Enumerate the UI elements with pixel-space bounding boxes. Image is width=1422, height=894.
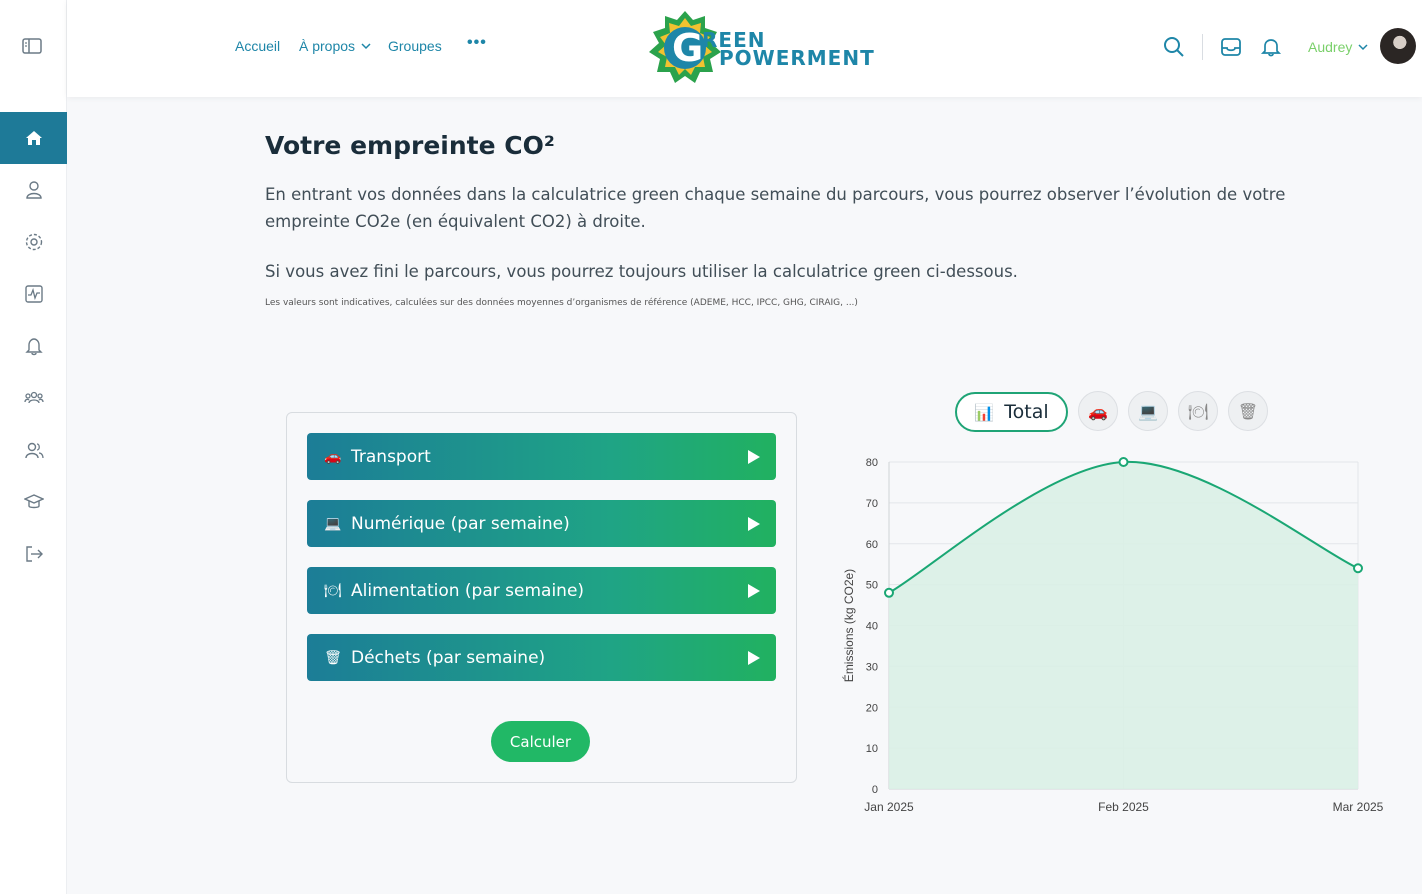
nav-apropos-label: À propos (299, 38, 356, 54)
nav-apropos[interactable]: À propos (299, 38, 371, 54)
trash-icon: 🗑 (324, 649, 342, 666)
sidebar-item-logout[interactable] (0, 528, 67, 580)
nav-groupes[interactable]: Groupes (388, 38, 442, 54)
emissions-chart: 0 10 20 30 40 50 60 70 80 Jan 2025 Feb 2025 Mar 202… (841, 457, 1384, 814)
filter-total-button[interactable]: 📊 Total (955, 392, 1068, 432)
section-dechets-button[interactable]: 🗑 Déchets (par semaine) (307, 634, 776, 681)
filter-total-label: Total (1004, 401, 1049, 423)
disclaimer-note: Les valeurs sont indicatives, calculées … (265, 298, 858, 308)
group-icon (23, 391, 44, 404)
gear-icon (25, 233, 42, 251)
logout-icon (25, 546, 43, 562)
nav-more-button[interactable]: ••• (467, 34, 487, 52)
nav-accueil[interactable]: Accueil (235, 38, 280, 54)
svg-text:G: G (672, 26, 703, 70)
chevron-down-icon (1358, 44, 1368, 51)
section-alimentation-button[interactable]: 🍽 Alimentation (par semaine) (307, 567, 776, 614)
plate-icon: 🍽 (324, 582, 342, 599)
y-tick-label: 0 (872, 784, 878, 796)
calculate-button[interactable]: Calculer (491, 721, 590, 762)
sidebar-toggle-icon[interactable] (22, 38, 44, 56)
sidebar-item-community[interactable] (0, 372, 67, 424)
section-label: Déchets (par semaine) (351, 647, 546, 668)
avatar[interactable] (1380, 28, 1416, 64)
section-label: Alimentation (par semaine) (351, 580, 585, 601)
filter-dechets-button[interactable]: 🗑 (1228, 391, 1268, 431)
y-tick-label: 40 (866, 621, 878, 633)
user-name: Audrey (1308, 39, 1353, 55)
y-tick-label: 30 (866, 661, 878, 673)
play-icon (748, 584, 760, 598)
y-tick-label: 80 (866, 457, 878, 469)
section-label: Numérique (par semaine) (351, 513, 570, 534)
sidebar-item-settings[interactable] (0, 216, 67, 268)
y-axis-label: Émissions (kg CO2e) (841, 569, 856, 682)
series-area (889, 461, 1358, 789)
sidebar-item-home[interactable] (0, 112, 67, 164)
y-tick-label: 10 (866, 743, 878, 755)
header-divider (1202, 34, 1203, 60)
filter-numerique-button[interactable]: 💻 (1128, 391, 1168, 431)
sidebar-item-profile[interactable] (0, 164, 67, 216)
sidebar-item-notifications[interactable] (0, 320, 67, 372)
sidebar-item-members[interactable] (0, 424, 67, 476)
user-icon (25, 181, 42, 199)
bell-icon (24, 338, 43, 356)
activity-icon (24, 285, 43, 303)
x-tick-label: Jan 2025 (864, 800, 914, 814)
sidebar (0, 0, 67, 894)
bell-icon[interactable] (1260, 36, 1282, 58)
section-transport-button[interactable]: 🚗 Transport (307, 433, 776, 480)
play-icon (748, 450, 760, 464)
calculator-card: 🚗 Transport 💻 Numérique (par semaine) 🍽 … (286, 412, 797, 783)
y-tick-label: 70 (866, 498, 878, 510)
sidebar-item-activity[interactable] (0, 268, 67, 320)
laptop-icon: 💻 (324, 515, 342, 532)
section-numerique-button[interactable]: 💻 Numérique (par semaine) (307, 500, 776, 547)
top-header: Accueil À propos Groupes ••• G REEN POWE… (67, 0, 1422, 97)
x-tick-label: Feb 2025 (1098, 800, 1149, 814)
intro-text: En entrant vos données dans la calculatr… (265, 185, 1286, 231)
data-point (1353, 563, 1363, 574)
y-tick-label: 60 (866, 539, 878, 551)
y-tick-label: 50 (866, 580, 878, 592)
inbox-icon[interactable] (1220, 36, 1242, 58)
graduation-cap-icon (23, 494, 44, 509)
logo-text-powerment: POWERMENT (719, 46, 875, 70)
chart-icon: 📊 (974, 402, 995, 422)
x-tick-label: Mar 2025 (1333, 800, 1384, 814)
play-icon (748, 517, 760, 531)
section-label: Transport (351, 446, 431, 467)
intro-text-2: Si vous avez fini le parcours, vous pour… (265, 262, 1018, 281)
users-icon (24, 442, 44, 459)
car-icon: 🚗 (324, 448, 342, 465)
home-icon (25, 131, 42, 145)
user-menu[interactable]: Audrey (1308, 39, 1368, 55)
search-icon[interactable] (1163, 36, 1185, 58)
data-point (884, 587, 894, 598)
chevron-down-icon (361, 43, 371, 50)
page-title: Votre empreinte CO² (265, 131, 555, 160)
filter-transport-button[interactable]: 🚗 (1078, 391, 1118, 431)
play-icon (748, 651, 760, 665)
sidebar-item-courses[interactable] (0, 476, 67, 528)
filter-alimentation-button[interactable]: 🍽 (1178, 391, 1218, 431)
y-tick-label: 20 (866, 702, 878, 714)
data-point (1118, 457, 1129, 467)
